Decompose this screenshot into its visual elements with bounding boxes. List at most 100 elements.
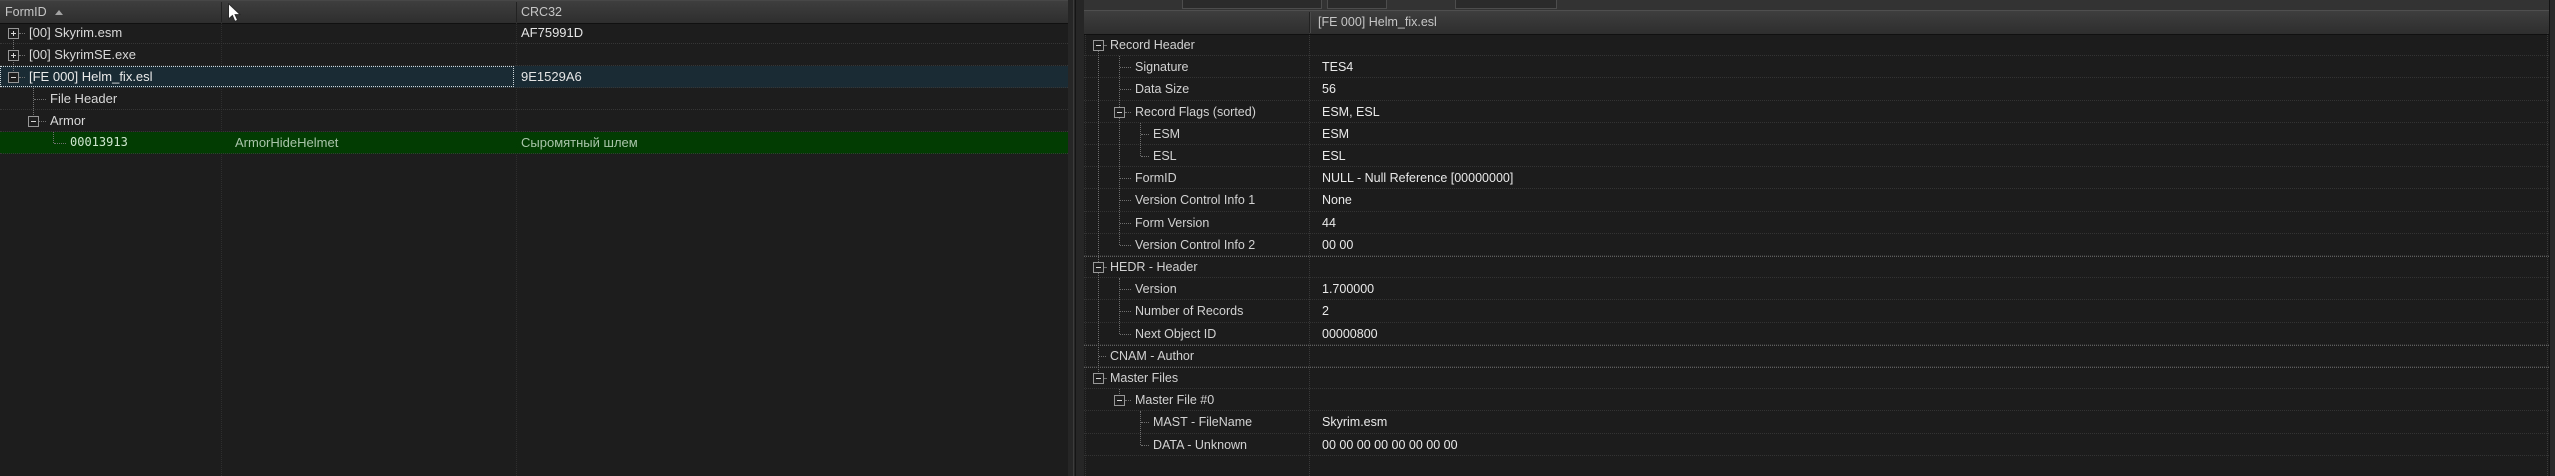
tree-guide-line [53, 132, 54, 143]
tree-row-2[interactable]: [00] SkyrimSE.exe [0, 44, 1068, 66]
tree-rows-container: [00] Skyrim.esm AF75991D [00] SkyrimSE.exe… [0, 0, 1068, 476]
record-field-label: ESM [1153, 126, 1181, 141]
expand-plus-icon[interactable] [8, 50, 19, 61]
tree-guide-line [1125, 400, 1131, 402]
record-view-panel: [FE 000] Helm_fix.esl Record Header Signa… [1084, 0, 2549, 476]
record-field-label: Version [1135, 282, 1177, 297]
expander-glyph-bar [13, 31, 14, 36]
record-field-value: 00 00 00 00 00 00 00 00 [1322, 437, 1458, 452]
record-row-16[interactable]: Master Files [1084, 367, 2549, 390]
record-field-label: Master Files [1110, 371, 1179, 385]
record-field-value: 00 00 [1322, 237, 1354, 252]
tree-row-6[interactable]: 00013913 ArmorHideHelmet Сыромятный шлем [0, 132, 1068, 154]
record-field-label: MAST - FileName [1153, 415, 1253, 430]
record-field-label: DATA - Unknown [1153, 437, 1248, 452]
record-field-label: Number of Records [1135, 304, 1244, 319]
record-row-1[interactable]: Record Header [1084, 34, 2549, 57]
tree-guide-line [1141, 133, 1149, 135]
tree-guide-line [1125, 111, 1131, 113]
record-field-label: Next Object ID [1135, 326, 1217, 341]
record-field-value: 1.700000 [1322, 282, 1375, 297]
record-row-6[interactable]: ESL ESL [1084, 145, 2549, 168]
record-field-label: Record Flags (sorted) [1135, 104, 1256, 119]
expander-glyph-bar [1096, 267, 1101, 268]
expander-glyph-bar [31, 121, 36, 122]
tree-guide-line [1120, 333, 1131, 335]
tree-guide-line [19, 55, 25, 56]
record-field-label: Record Header [1110, 38, 1195, 52]
record-row-7[interactable]: FormID NULL - Null Reference [00000000] [1084, 167, 2549, 190]
record-row-11[interactable]: HEDR - Header [1084, 256, 2549, 279]
tree-row-label: [00] Skyrim.esm [29, 25, 123, 40]
record-row-4[interactable]: Record Flags (sorted) ESM, ESL [1084, 101, 2549, 123]
record-field-label: HEDR - Header [1110, 260, 1198, 274]
tree-guide-line [54, 143, 66, 144]
record-row-8[interactable]: Version Control Info 1 None [1084, 189, 2549, 212]
record-row-12[interactable]: Version 1.700000 [1084, 278, 2549, 301]
record-field-label: CNAM - Author [1110, 348, 1195, 363]
tree-row-crc-or-name: Сыромятный шлем [521, 135, 638, 150]
splitter-groove-shadow [1075, 0, 1076, 476]
tree-row-4[interactable]: File Header [0, 88, 1068, 110]
expand-plus-icon[interactable] [8, 28, 19, 39]
record-row-13[interactable]: Number of Records 2 [1084, 300, 2549, 323]
tree-guide-line [1140, 411, 1141, 445]
tree-guide-line [1141, 422, 1149, 424]
collapse-minus-icon[interactable] [1093, 262, 1104, 273]
tree-guide-line [1098, 45, 1099, 378]
tree-row-label: 00013913 [70, 135, 128, 149]
tree-row-5[interactable]: Armor [0, 110, 1068, 132]
tree-guide-line [1120, 67, 1131, 69]
record-row-18[interactable]: MAST - FileName Skyrim.esm [1084, 411, 2549, 434]
record-row-5[interactable]: ESM ESM [1084, 123, 2549, 145]
tree-guide-line [1120, 244, 1131, 246]
expander-glyph-bar [1117, 400, 1122, 402]
tree-row-1[interactable]: [00] Skyrim.esm AF75991D [0, 22, 1068, 44]
collapse-minus-icon[interactable] [1093, 40, 1104, 51]
record-field-label: Data Size [1135, 82, 1190, 97]
expander-glyph-bar [1117, 111, 1122, 113]
selection-focus-outline [0, 66, 514, 87]
tree-guide-line [1120, 289, 1131, 291]
tree-guide-line [1141, 444, 1149, 446]
record-field-value: 44 [1322, 215, 1336, 230]
splitter-groove [1073, 0, 1074, 476]
record-field-label: Form Version [1135, 215, 1210, 230]
record-row-9[interactable]: Form Version 44 [1084, 212, 2549, 234]
collapse-minus-icon[interactable] [1114, 106, 1125, 118]
tree-guide-line [1104, 45, 1106, 46]
record-field-label: Version Control Info 1 [1135, 193, 1256, 208]
record-field-value: 00000800 [1322, 326, 1378, 341]
tree-row-editorid: ArmorHideHelmet [235, 135, 339, 150]
tree-guide-line [1104, 267, 1106, 268]
record-field-value: ESM [1322, 126, 1350, 141]
record-field-label: ESL [1153, 149, 1177, 163]
tree-row-label: [00] SkyrimSE.exe [29, 47, 136, 62]
expander-glyph-bar [1096, 378, 1101, 379]
record-row-10[interactable]: Version Control Info 2 00 00 [1084, 234, 2549, 256]
tree-row-label: Armor [50, 113, 86, 128]
window-edge-strip [2549, 0, 2555, 476]
navigation-tree-panel: FormID CRC32 [00] Skyrim.esm AF75991D [00]… [0, 0, 1069, 476]
record-field-value: ESL [1322, 149, 1346, 163]
record-field-value: NULL - Null Reference [00000000] [1322, 171, 1514, 186]
record-field-label: Signature [1135, 60, 1189, 75]
expander-glyph-bar [1096, 45, 1101, 46]
record-row-15[interactable]: CNAM - Author [1084, 345, 2549, 367]
tree-guide-line [1120, 311, 1131, 313]
record-row-3[interactable]: Data Size 56 [1084, 78, 2549, 101]
record-rows-container: Record Header Signature TES4 Data Size 56 Rec… [1084, 0, 2549, 476]
collapse-minus-icon[interactable] [1093, 373, 1104, 384]
record-field-label: Master File #0 [1135, 393, 1215, 408]
record-field-value: ESM, ESL [1322, 104, 1380, 119]
panel-splitter[interactable] [1068, 0, 1084, 476]
record-row-17[interactable]: Master File #0 [1084, 389, 2549, 412]
tree-guide-line [1140, 122, 1141, 156]
collapse-minus-icon[interactable] [28, 116, 39, 127]
record-row-2[interactable]: Signature TES4 [1084, 56, 2549, 79]
collapse-minus-icon[interactable] [1114, 395, 1125, 407]
record-row-14[interactable]: Next Object ID 00000800 [1084, 323, 2549, 345]
record-row-19[interactable]: DATA - Unknown 00 00 00 00 00 00 00 00 [1084, 434, 2549, 456]
tree-guide-line [1120, 89, 1131, 91]
tree-row-crc-or-name: AF75991D [521, 25, 584, 40]
